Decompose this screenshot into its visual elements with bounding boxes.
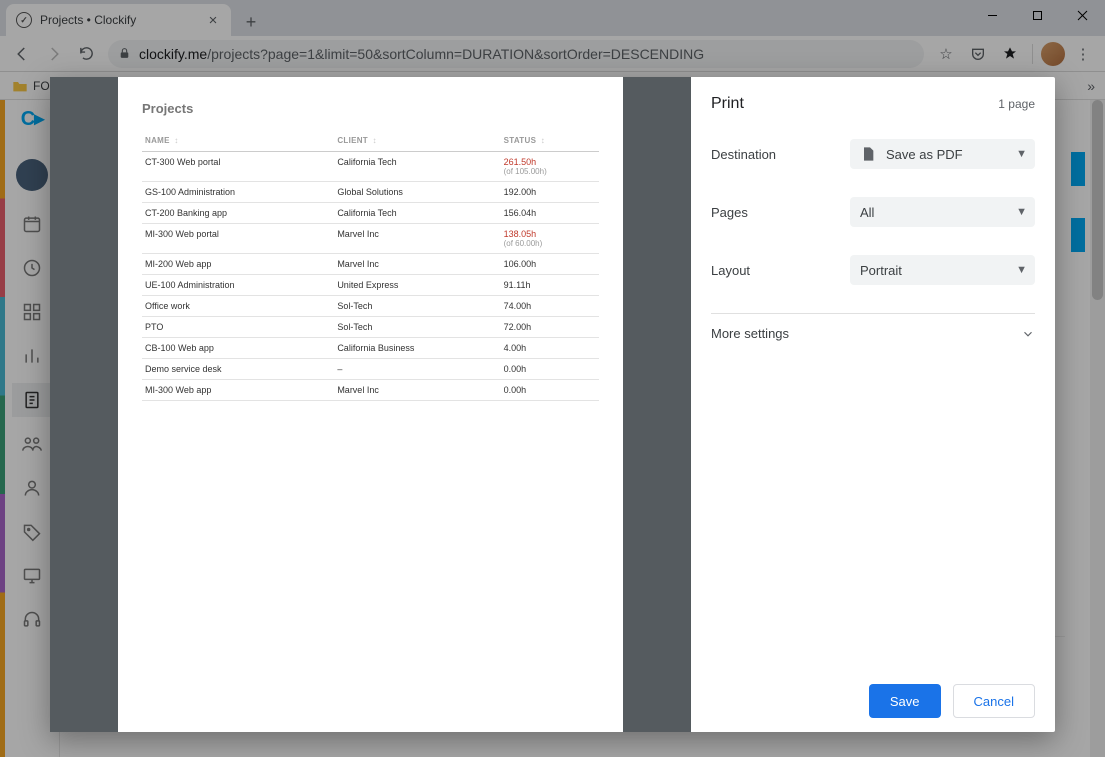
table-row: PTOSol-Tech72.00h (142, 317, 599, 338)
destination-dropdown[interactable]: Save as PDF ▼ (850, 139, 1035, 169)
table-row: CT-300 Web portalCalifornia Tech261.50h(… (142, 152, 599, 182)
chevron-down-icon (1021, 327, 1035, 341)
col-status: STATUS ↕ (501, 130, 599, 152)
destination-label: Destination (711, 147, 776, 162)
layout-dropdown[interactable]: Portrait ▼ (850, 255, 1035, 285)
page-count: 1 page (998, 97, 1035, 111)
sort-icon: ↕ (373, 136, 377, 145)
table-row: MI-200 Web appMarvel Inc106.00h (142, 254, 599, 275)
sort-icon: ↕ (174, 136, 178, 145)
print-settings-panel: Print 1 page Destination Save as PDF ▼ P… (691, 77, 1055, 732)
print-preview-pane: Projects NAME ↕ CLIENT ↕ STATUS ↕ CT-300… (50, 77, 691, 732)
pdf-file-icon (860, 146, 876, 162)
table-row: Office workSol-Tech74.00h (142, 296, 599, 317)
preview-table: NAME ↕ CLIENT ↕ STATUS ↕ CT-300 Web port… (142, 130, 599, 401)
col-name: NAME ↕ (142, 130, 334, 152)
cancel-button[interactable]: Cancel (953, 684, 1035, 718)
table-row: MI-300 Web portalMarvel Inc138.05h(of 60… (142, 224, 599, 254)
layout-label: Layout (711, 263, 750, 278)
preview-heading: Projects (142, 101, 599, 116)
print-dialog: Projects NAME ↕ CLIENT ↕ STATUS ↕ CT-300… (50, 77, 1055, 732)
chevron-down-icon: ▼ (1016, 206, 1027, 218)
table-row: GS-100 AdministrationGlobal Solutions192… (142, 182, 599, 203)
more-settings-toggle[interactable]: More settings (711, 313, 1035, 353)
pages-label: Pages (711, 205, 748, 220)
table-row: Demo service desk–0.00h (142, 359, 599, 380)
chevron-down-icon: ▼ (1016, 264, 1027, 276)
sort-icon: ↕ (541, 136, 545, 145)
table-row: UE-100 AdministrationUnited Express91.11… (142, 275, 599, 296)
table-row: CT-200 Banking appCalifornia Tech156.04h (142, 203, 599, 224)
table-row: MI-300 Web appMarvel Inc0.00h (142, 380, 599, 401)
print-title: Print (711, 95, 744, 113)
save-button[interactable]: Save (869, 684, 941, 718)
preview-page: Projects NAME ↕ CLIENT ↕ STATUS ↕ CT-300… (118, 77, 623, 732)
pages-dropdown[interactable]: All ▼ (850, 197, 1035, 227)
chevron-down-icon: ▼ (1016, 148, 1027, 160)
col-client: CLIENT ↕ (334, 130, 500, 152)
table-row: CB-100 Web appCalifornia Business4.00h (142, 338, 599, 359)
